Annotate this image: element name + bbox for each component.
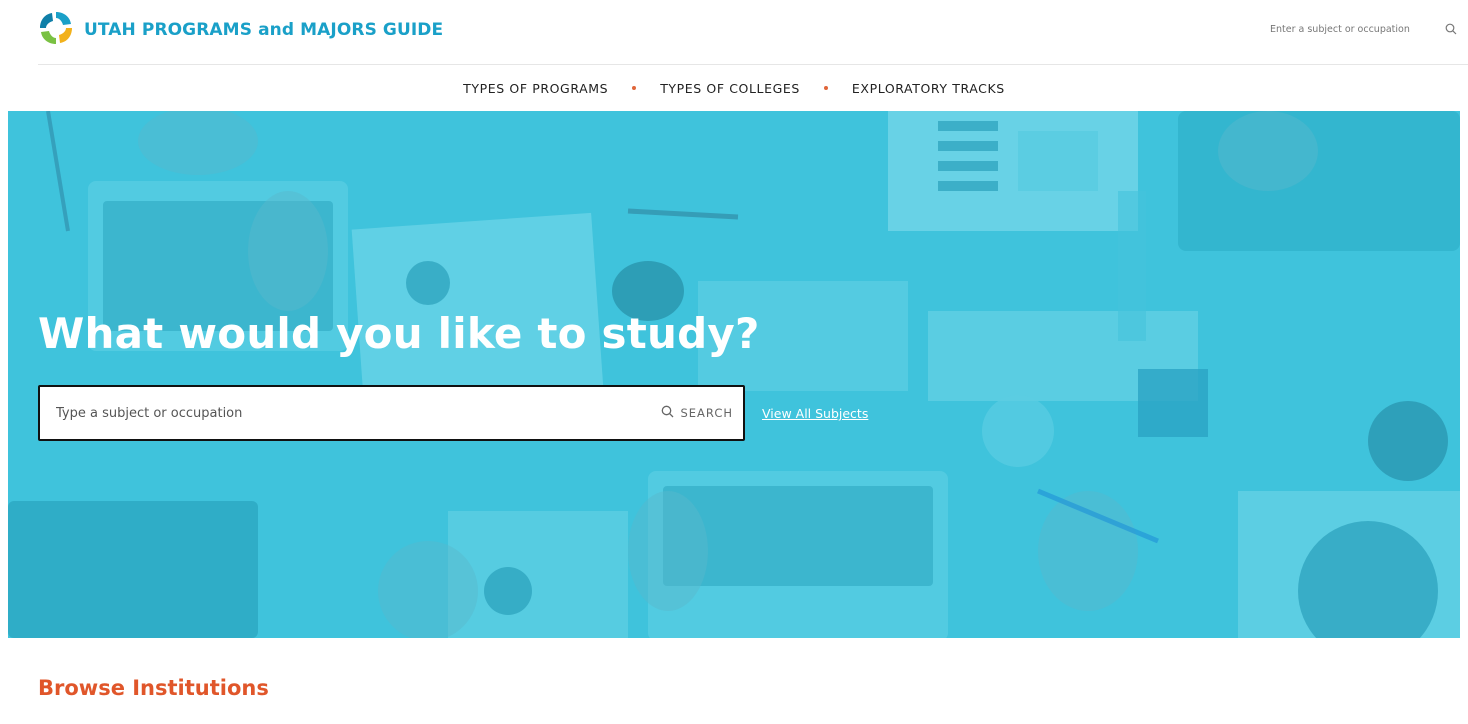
hero-search-input[interactable]: [40, 387, 662, 439]
hero-search-button-label: SEARCH: [680, 406, 733, 420]
browse-institutions-heading: Browse Institutions: [38, 676, 269, 700]
search-icon: [661, 405, 674, 421]
nav-types-of-programs[interactable]: TYPES OF PROGRAMS: [463, 81, 608, 96]
hero-search-button[interactable]: SEARCH: [661, 405, 743, 421]
header-search: [1270, 18, 1460, 40]
site-header: UTAH PROGRAMS and MAJORS GUIDE: [0, 0, 1468, 64]
brand-link[interactable]: UTAH PROGRAMS and MAJORS GUIDE: [38, 10, 443, 50]
nav-separator: [632, 86, 637, 90]
hero-title: What would you like to study?: [38, 309, 760, 358]
nav-exploratory-tracks[interactable]: EXPLORATORY TRACKS: [852, 81, 1005, 96]
nav-separator: [823, 86, 828, 90]
view-all-subjects-link[interactable]: View All Subjects: [762, 406, 868, 421]
utah-pinwheel-logo-icon: [38, 10, 74, 50]
site-title: UTAH PROGRAMS and MAJORS GUIDE: [84, 20, 444, 40]
main-nav: TYPES OF PROGRAMS TYPES OF COLLEGES EXPL…: [0, 72, 1468, 104]
hero-background-image: [8, 111, 1460, 638]
search-icon[interactable]: [1442, 20, 1460, 38]
header-divider: [38, 64, 1468, 65]
hero-banner: What would you like to study? SEARCH Vie…: [8, 111, 1460, 638]
nav-types-of-colleges[interactable]: TYPES OF COLLEGES: [660, 81, 800, 96]
header-search-input[interactable]: [1270, 23, 1430, 35]
hero-search-box: SEARCH: [38, 385, 745, 441]
